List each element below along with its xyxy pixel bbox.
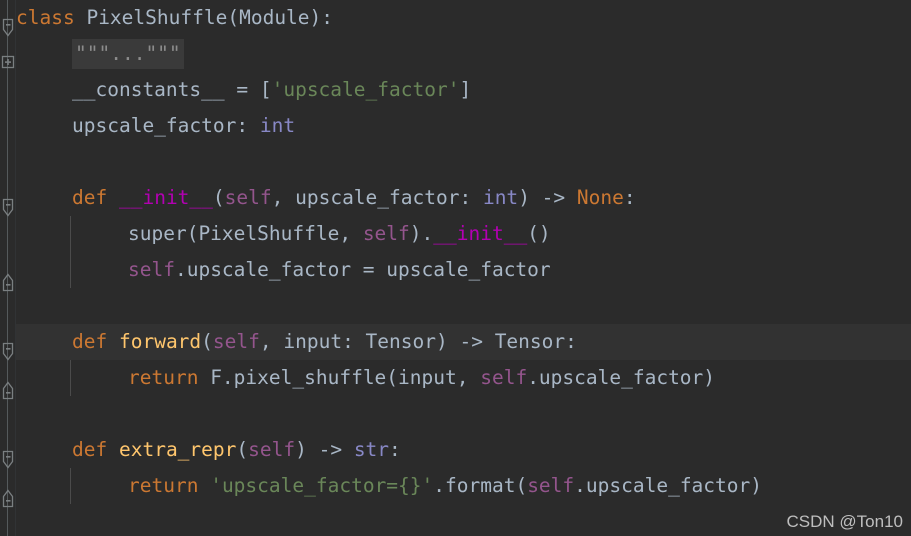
code-token: extra_repr	[118, 438, 237, 461]
fold-collapse-extra-repr-icon[interactable]	[0, 450, 16, 470]
code-line[interactable]: self.upscale_factor = upscale_factor	[16, 252, 911, 288]
code-token: .upscale_factor = upscale_factor	[174, 258, 551, 281]
code-content[interactable]: class PixelShuffle(Module): """...""" __co…	[16, 0, 911, 536]
code-line-text: upscale_factor: int	[16, 108, 911, 144]
code-line-text: def forward(self, input: Tensor) -> Tens…	[16, 324, 911, 360]
code-token: self	[128, 258, 175, 281]
fold-collapse-class-icon[interactable]	[0, 18, 16, 38]
fold-end-init-icon[interactable]	[0, 270, 16, 292]
code-line[interactable]: def forward(self, input: Tensor) -> Tens…	[16, 324, 911, 360]
code-editor[interactable]: class PixelShuffle(Module): """...""" __co…	[0, 0, 911, 536]
code-token: def	[72, 438, 108, 461]
code-token: def	[72, 186, 108, 209]
fold-collapse-forward-icon[interactable]	[0, 342, 16, 362]
code-line[interactable]: return 'upscale_factor={}'.format(self.u…	[16, 468, 911, 504]
code-token: ).	[409, 222, 434, 245]
code-token: .format(	[433, 474, 528, 497]
code-line[interactable]: class PixelShuffle(Module):	[16, 0, 911, 36]
fold-expand-docstring-icon[interactable]	[0, 54, 16, 74]
code-token: class	[16, 6, 75, 29]
code-token: __init__	[433, 222, 528, 245]
code-line-text: return F.pixel_shuffle(input, self.upsca…	[16, 360, 911, 396]
code-token: int	[259, 114, 296, 137]
code-token: __constants__	[72, 78, 225, 101]
collapsed-docstring-fold[interactable]: """..."""	[72, 38, 184, 69]
code-token: self	[212, 330, 260, 353]
code-token: __init__	[118, 186, 213, 209]
code-line[interactable]: return F.pixel_shuffle(input, self.upsca…	[16, 360, 911, 396]
code-token: ):	[309, 6, 334, 29]
code-token: self	[480, 366, 528, 389]
code-token: self	[224, 186, 272, 209]
code-token: None	[576, 186, 624, 209]
code-token: 'upscale_factor={}'	[210, 474, 434, 497]
code-token: .upscale_factor)	[527, 366, 716, 389]
editor-gutter[interactable]	[0, 0, 16, 536]
code-line-text: def __init__(self, upscale_factor: int) …	[16, 180, 911, 216]
code-line[interactable]: def extra_repr(self) -> str:	[16, 432, 911, 468]
code-token: Module	[239, 6, 310, 29]
code-line[interactable]	[16, 288, 911, 324]
code-line[interactable]: def __init__(self, upscale_factor: int) …	[16, 180, 911, 216]
code-token: super	[128, 222, 187, 245]
code-token: , input: Tensor) -> Tensor:	[259, 330, 577, 353]
csdn-watermark: CSDN @Ton10	[786, 512, 903, 531]
code-line-text: """..."""	[16, 36, 911, 72]
fold-collapse-init-icon[interactable]	[0, 198, 16, 218]
code-line-text: __constants__ = ['upscale_factor']	[16, 72, 911, 108]
code-token: def	[72, 330, 108, 353]
code-token: str	[353, 438, 390, 461]
code-line[interactable]: super(PixelShuffle, self).__init__()	[16, 216, 911, 252]
code-token: (	[201, 330, 213, 353]
code-token: upscale_factor:	[72, 114, 260, 137]
code-token: return	[128, 474, 199, 497]
code-token: :	[623, 186, 636, 209]
code-token: forward	[118, 330, 202, 353]
code-token: self	[248, 438, 296, 461]
code-token: PixelShuffle	[86, 6, 228, 29]
code-token: F.pixel_shuffle(input,	[198, 366, 481, 389]
code-token: ]	[459, 78, 472, 101]
code-token: self	[527, 474, 575, 497]
code-token: ) ->	[518, 186, 577, 209]
code-line-text: return 'upscale_factor={}'.format(self.u…	[16, 468, 911, 504]
code-line-text: self.upscale_factor = upscale_factor	[16, 252, 911, 288]
code-line-text: def extra_repr(self) -> str:	[16, 432, 911, 468]
code-token: int	[482, 186, 519, 209]
code-token: ()	[527, 222, 551, 245]
code-token: = [	[224, 78, 272, 101]
code-line[interactable]: __constants__ = ['upscale_factor']	[16, 72, 911, 108]
code-token: (	[236, 438, 249, 461]
code-line[interactable]: """..."""	[16, 36, 911, 72]
fold-end-forward-icon[interactable]	[0, 378, 16, 400]
code-token: self	[362, 222, 410, 245]
code-token: (	[227, 6, 240, 29]
code-token: (PixelShuffle,	[186, 222, 363, 245]
code-line[interactable]	[16, 396, 911, 432]
code-token: return	[128, 366, 199, 389]
code-line[interactable]	[16, 144, 911, 180]
code-line-text: super(PixelShuffle, self).__init__()	[16, 216, 911, 252]
code-token: :	[389, 438, 401, 461]
code-token: 'upscale_factor'	[271, 78, 460, 101]
code-token: (	[212, 186, 225, 209]
code-token: , upscale_factor:	[271, 186, 483, 209]
fold-end-extra-repr-icon[interactable]	[0, 486, 16, 508]
code-token: ) ->	[295, 438, 354, 461]
code-line[interactable]: upscale_factor: int	[16, 108, 911, 144]
code-line-text: class PixelShuffle(Module):	[16, 0, 911, 36]
code-token: .upscale_factor)	[574, 474, 762, 497]
